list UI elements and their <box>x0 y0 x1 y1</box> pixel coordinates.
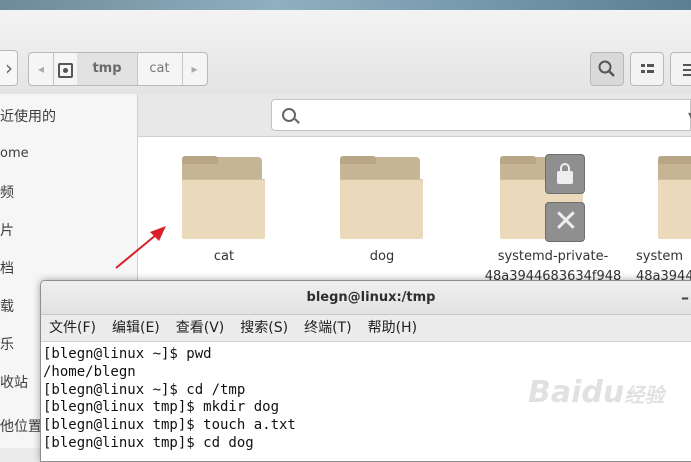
baidu-watermark: Baidu经验 <box>528 375 664 410</box>
path-scroll-left-icon[interactable]: ◂ <box>29 53 54 85</box>
path-bar: ◂ tmp cat ▸ <box>28 52 208 86</box>
terminal-line: [blegn@linux ~]$ pwd <box>43 346 212 362</box>
search-input[interactable]: ▾ <box>271 99 691 131</box>
file-label-systemd[interactable]: systemd-private- <box>478 249 628 264</box>
minimize-icon[interactable]: – <box>681 281 689 314</box>
file-label-dog[interactable]: dog <box>322 249 442 264</box>
sidebar-item-pictures[interactable]: 片 <box>0 220 14 240</box>
search-button[interactable] <box>590 52 624 86</box>
menu-icon <box>683 64 691 76</box>
path-scroll-right-icon[interactable]: ▸ <box>182 53 207 85</box>
sidebar-item-downloads[interactable]: 载 <box>0 296 14 316</box>
menu-view[interactable]: 查看(V) <box>168 315 233 341</box>
search-bar: ▾ <box>138 94 691 137</box>
terminal-line: [blegn@linux tmp]$ touch a.txt <box>43 417 296 434</box>
terminal-title: blegn@linux:/tmp <box>306 290 436 305</box>
menu-search[interactable]: 搜索(S) <box>232 315 296 341</box>
file-manager-toolbar: › ◂ tmp cat ▸ <box>0 10 691 95</box>
sidebar-item-music[interactable]: 乐 <box>0 334 14 354</box>
path-segment-tmp[interactable]: tmp <box>77 53 138 85</box>
sidebar-item-recent[interactable]: 近使用的 <box>0 106 56 126</box>
annotation-arrow <box>115 226 166 269</box>
lock-icon <box>557 163 573 184</box>
terminal-menubar: 文件(F) 编辑(E) 查看(V) 搜索(S) 终端(T) 帮助(H) <box>41 315 691 342</box>
watermark-sub: 经验 <box>624 383 665 407</box>
watermark-text: Baidu <box>528 375 625 410</box>
file-label-cat[interactable]: cat <box>164 249 284 264</box>
menu-terminal[interactable]: 终端(T) <box>296 315 359 341</box>
folder-icon[interactable] <box>340 156 426 241</box>
menu-edit[interactable]: 编辑(E) <box>104 315 168 341</box>
file-label-systemd-2[interactable]: system <box>636 249 691 264</box>
forward-button[interactable]: › <box>0 50 18 86</box>
terminal-titlebar[interactable]: blegn@linux:/tmp – <box>41 281 691 315</box>
menu-help[interactable]: 帮助(H) <box>360 315 425 341</box>
terminal-line: [blegn@linux tmp]$ cd dog <box>43 434 254 451</box>
terminal-window[interactable]: blegn@linux:/tmp – 文件(F) 编辑(E) 查看(V) 搜索(S) 终… <box>40 280 691 462</box>
list-view-icon <box>641 64 654 73</box>
lock-emblem <box>545 154 585 194</box>
search-icon <box>282 108 296 122</box>
desktop-top-strip <box>0 0 691 10</box>
home-icon <box>57 63 73 78</box>
folder-icon[interactable] <box>182 156 268 241</box>
sidebar-item-trash[interactable]: 收站 <box>0 372 28 392</box>
close-icon: ✕ <box>553 204 579 239</box>
folder-icon[interactable] <box>658 156 691 241</box>
search-icon <box>598 60 615 77</box>
path-segment-cat[interactable]: cat <box>137 53 183 85</box>
sidebar-item-home[interactable]: ome <box>0 146 29 161</box>
sidebar-item-videos[interactable]: 频 <box>0 182 14 202</box>
path-home-button[interactable] <box>53 53 78 85</box>
unreadable-emblem: ✕ <box>545 202 585 242</box>
view-list-button[interactable] <box>630 52 664 86</box>
sidebar-item-documents[interactable]: 档 <box>0 258 14 278</box>
sidebar-item-other-locations[interactable]: 他位置 <box>0 416 42 436</box>
menu-button[interactable] <box>670 52 691 86</box>
menu-file[interactable]: 文件(F) <box>41 315 104 341</box>
